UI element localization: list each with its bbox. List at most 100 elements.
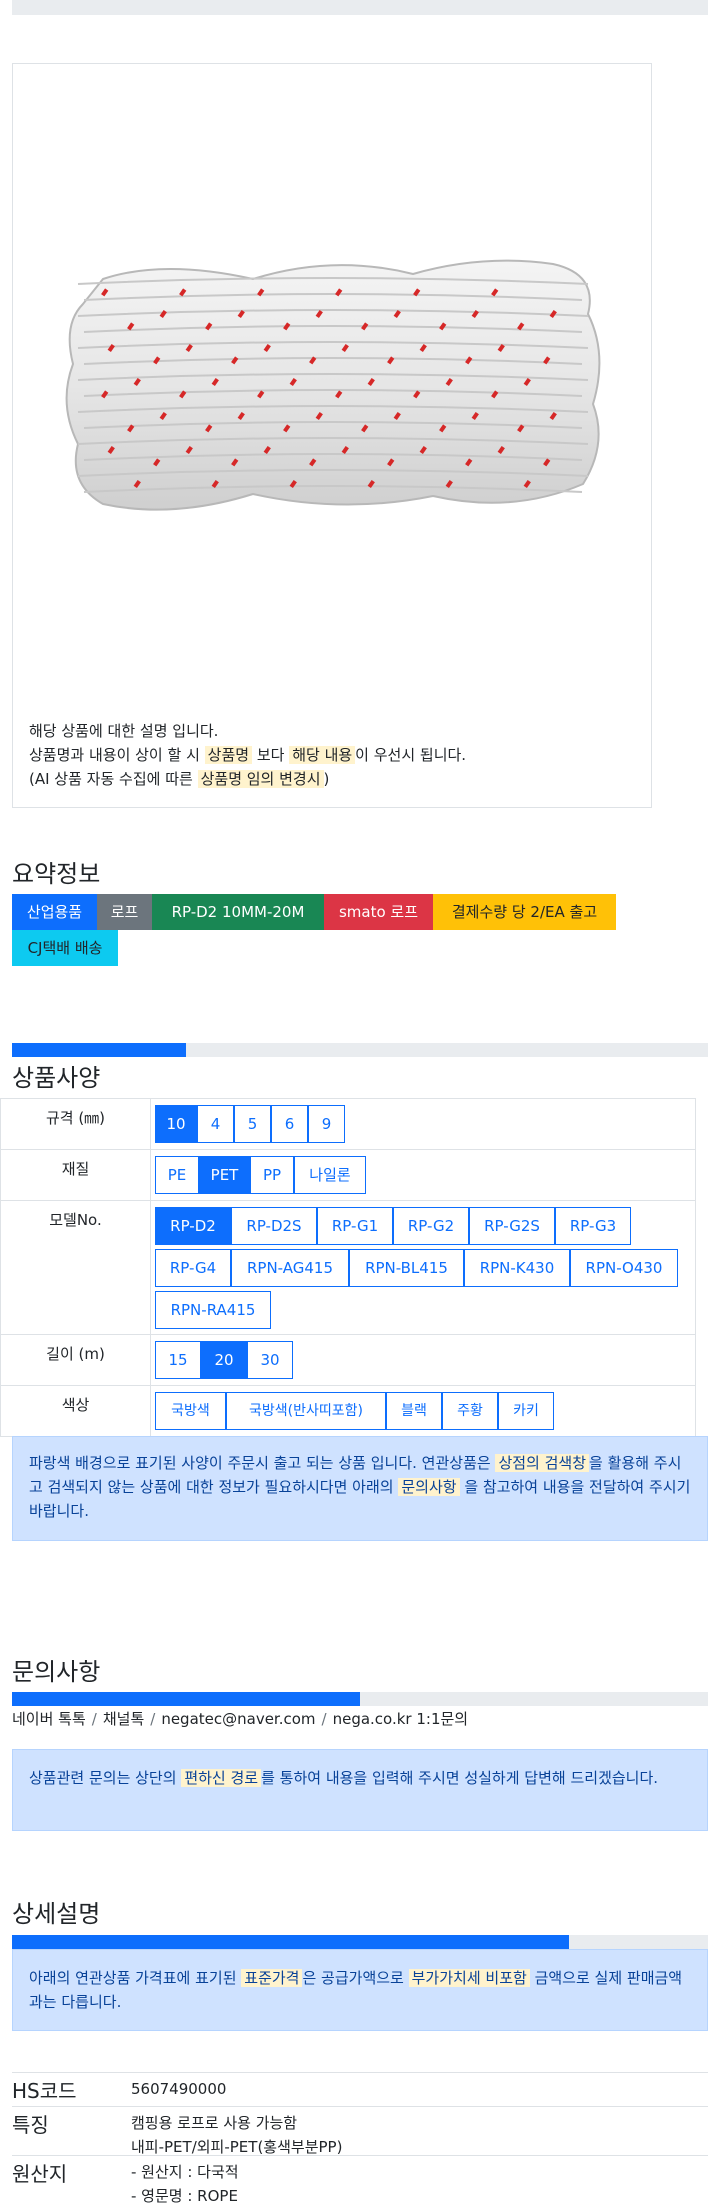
detail-key: 원산지 bbox=[12, 2162, 68, 2186]
top-bar bbox=[12, 0, 708, 15]
option-material-pp[interactable]: PP bbox=[250, 1156, 294, 1194]
spec-label: 색상 bbox=[1, 1386, 151, 1436]
detail-line: - 원산지 : 다국적 bbox=[131, 2163, 239, 2181]
desc-line-1: 해당 상품에 대한 설명 입니다. bbox=[29, 722, 219, 740]
option-model-rp-g2[interactable]: RP-G2 bbox=[393, 1207, 469, 1245]
option-size-6[interactable]: 6 bbox=[271, 1105, 308, 1143]
notice-text: 상품관련 문의는 상단의 bbox=[29, 1769, 182, 1787]
option-model-rp-g3[interactable]: RP-G3 bbox=[555, 1207, 631, 1245]
notice-text: 아래의 연관상품 가격표에 표기된 bbox=[29, 1969, 242, 1987]
detail-key: HS코드 bbox=[12, 2079, 77, 2103]
badge-quantity: 결제수량 당 2/EA 출고 bbox=[433, 894, 616, 930]
spec-label: 모델No. bbox=[1, 1201, 151, 1334]
desc-highlight: 상품명 임의 변경시 bbox=[197, 770, 324, 788]
detail-title: 상세설명 bbox=[12, 1900, 101, 1928]
option-size-5[interactable]: 5 bbox=[234, 1105, 271, 1143]
option-length-30[interactable]: 30 bbox=[247, 1341, 293, 1379]
product-description: 해당 상품에 대한 설명 입니다. 상품명과 내용이 상이 할 시 상품명 보다… bbox=[29, 719, 466, 791]
notice-highlight: 문의사항 bbox=[398, 1478, 460, 1496]
option-size-9[interactable]: 9 bbox=[308, 1105, 345, 1143]
contact-website-inquiry[interactable]: nega.co.kr 1:1문의 bbox=[333, 1710, 469, 1728]
option-model-rp-g1[interactable]: RP-G1 bbox=[317, 1207, 393, 1245]
option-model-rp-g2s[interactable]: RP-G2S bbox=[469, 1207, 555, 1245]
option-material-pe[interactable]: PE bbox=[155, 1156, 199, 1194]
contact-breadcrumb: 네이버 톡톡 / 채널톡 / negatec@naver.com / nega.co.kr … bbox=[12, 1708, 468, 1729]
inquiry-notice: 상품관련 문의는 상단의 편하신 경로 를 통하여 내용을 입력해 주시면 성실하… bbox=[12, 1749, 708, 1831]
detail-notice: 아래의 연관상품 가격표에 표기된 표준가격 은 공급가액으로 부가가치세 비포함… bbox=[12, 1949, 708, 2031]
detail-value: 캠핑용 로프로 사용 가능함 내피-PET/외피-PET(홍색부분PP) bbox=[131, 2111, 342, 2159]
spec-row-material: 재질 PE PET PP 나일론 bbox=[0, 1149, 696, 1201]
specs-title: 상품사양 bbox=[12, 1064, 101, 1092]
desc-line-3: (AI 상품 자동 수집에 따른 상품명 임의 변경시) bbox=[29, 767, 466, 791]
spec-row-model: 모델No. RP-D2 RP-D2S RP-G1 RP-G2 RP-G2S RP… bbox=[0, 1200, 696, 1335]
badge-brand: smato 로프 bbox=[324, 894, 433, 930]
desc-text: ) bbox=[323, 770, 330, 788]
option-color-olive[interactable]: 국방색 bbox=[155, 1392, 226, 1430]
separator: / bbox=[91, 1710, 97, 1728]
option-model-rpn-ag415[interactable]: RPN-AG415 bbox=[231, 1249, 349, 1287]
contact-naver-talk[interactable]: 네이버 톡톡 bbox=[12, 1710, 86, 1728]
separator: / bbox=[150, 1710, 156, 1728]
notice-text: 파랑색 배경으로 표기된 사양이 주문시 출고 되는 상품 입니다. 연관상품은 bbox=[29, 1454, 496, 1472]
option-model-rp-d2[interactable]: RP-D2 bbox=[155, 1207, 231, 1245]
desc-highlight: 상품명 bbox=[204, 746, 253, 764]
notice-highlight: 부가가치세 비포함 bbox=[408, 1969, 530, 1987]
option-material-pet[interactable]: PET bbox=[199, 1156, 250, 1194]
desc-text: 이 우선시 됩니다. bbox=[355, 746, 467, 764]
detail-line: - 영문명 : ROPE bbox=[131, 2187, 238, 2203]
summary-title: 요약정보 bbox=[12, 860, 101, 888]
product-image-box: 해당 상품에 대한 설명 입니다. 상품명과 내용이 상이 할 시 상품명 보다… bbox=[12, 63, 652, 808]
desc-text: 보다 bbox=[252, 746, 290, 764]
spec-row-color: 색상 국방색 국방색(반사띠포함) 블랙 주황 카키 bbox=[0, 1385, 696, 1437]
option-model-rpn-o430[interactable]: RPN-O430 bbox=[570, 1249, 678, 1287]
spec-label: 재질 bbox=[1, 1150, 151, 1200]
option-model-rp-d2s[interactable]: RP-D2S bbox=[231, 1207, 317, 1245]
badge-model: RP-D2 10MM-20M bbox=[152, 894, 324, 930]
notice-text: 를 통하여 내용을 입력해 주시면 성실하게 답변해 드리겠습니다. bbox=[261, 1769, 659, 1787]
contact-channel-talk[interactable]: 채널톡 bbox=[103, 1710, 144, 1728]
detail-row-origin: 원산지 - 원산지 : 다국적 - 영문명 : ROPE bbox=[12, 2155, 708, 2203]
option-model-rpn-bl415[interactable]: RPN-BL415 bbox=[349, 1249, 464, 1287]
detail-line: 캠핑용 로프로 사용 가능함 bbox=[131, 2114, 298, 2132]
detail-row-hscode: HS코드 5607490000 bbox=[12, 2072, 708, 2106]
inquiry-title: 문의사항 bbox=[12, 1658, 101, 1686]
notice-text: 은 공급가액으로 bbox=[302, 1969, 409, 1987]
notice-highlight: 편하신 경로 bbox=[181, 1769, 262, 1787]
detail-value: - 원산지 : 다국적 - 영문명 : ROPE bbox=[131, 2160, 239, 2203]
option-color-olive-reflective[interactable]: 국방색(반사띠포함) bbox=[226, 1392, 386, 1430]
detail-progress bbox=[12, 1935, 708, 1949]
option-model-rpn-ra415[interactable]: RPN-RA415 bbox=[155, 1291, 271, 1329]
option-color-orange[interactable]: 주황 bbox=[442, 1392, 498, 1430]
badge-shipping: CJ택배 배송 bbox=[12, 930, 118, 966]
option-material-nylon[interactable]: 나일론 bbox=[294, 1156, 366, 1194]
desc-text: (AI 상품 자동 수집에 따른 bbox=[29, 770, 198, 788]
desc-text: 상품명과 내용이 상이 할 시 bbox=[29, 746, 205, 764]
spec-notice: 파랑색 배경으로 표기된 사양이 주문시 출고 되는 상품 입니다. 연관상품은… bbox=[12, 1436, 708, 1541]
option-model-rp-g4[interactable]: RP-G4 bbox=[155, 1249, 231, 1287]
option-size-4[interactable]: 4 bbox=[197, 1105, 234, 1143]
spec-row-length: 길이 (m) 15 20 30 bbox=[0, 1334, 696, 1386]
option-color-khaki[interactable]: 카키 bbox=[498, 1392, 554, 1430]
option-length-20[interactable]: 20 bbox=[201, 1341, 247, 1379]
option-model-rpn-k430[interactable]: RPN-K430 bbox=[464, 1249, 570, 1287]
inquiry-progress-fill bbox=[12, 1692, 360, 1706]
desc-line-2: 상품명과 내용이 상이 할 시 상품명 보다 해당 내용 이 우선시 됩니다. bbox=[29, 743, 466, 767]
rope-product-image bbox=[65, 259, 601, 511]
contact-email[interactable]: negatec@naver.com bbox=[161, 1710, 315, 1728]
option-color-black[interactable]: 블랙 bbox=[386, 1392, 442, 1430]
option-length-15[interactable]: 15 bbox=[155, 1341, 201, 1379]
spec-label: 규격 (㎜) bbox=[1, 1099, 151, 1149]
detail-row-features: 특징 캠핑용 로프로 사용 가능함 내피-PET/외피-PET(홍색부분PP) bbox=[12, 2106, 708, 2156]
specs-progress-fill bbox=[12, 1043, 186, 1057]
inquiry-progress bbox=[12, 1692, 708, 1706]
specs-progress bbox=[12, 1043, 708, 1057]
option-size-10[interactable]: 10 bbox=[155, 1105, 197, 1143]
desc-highlight: 해당 내용 bbox=[289, 746, 356, 764]
detail-key: 특징 bbox=[12, 2113, 49, 2137]
badge-category: 산업용품 bbox=[12, 894, 97, 930]
badge-type: 로프 bbox=[97, 894, 152, 930]
detail-progress-fill bbox=[12, 1935, 569, 1949]
notice-highlight: 표준가격 bbox=[241, 1969, 303, 1987]
spec-label: 길이 (m) bbox=[1, 1335, 151, 1385]
separator: / bbox=[321, 1710, 327, 1728]
